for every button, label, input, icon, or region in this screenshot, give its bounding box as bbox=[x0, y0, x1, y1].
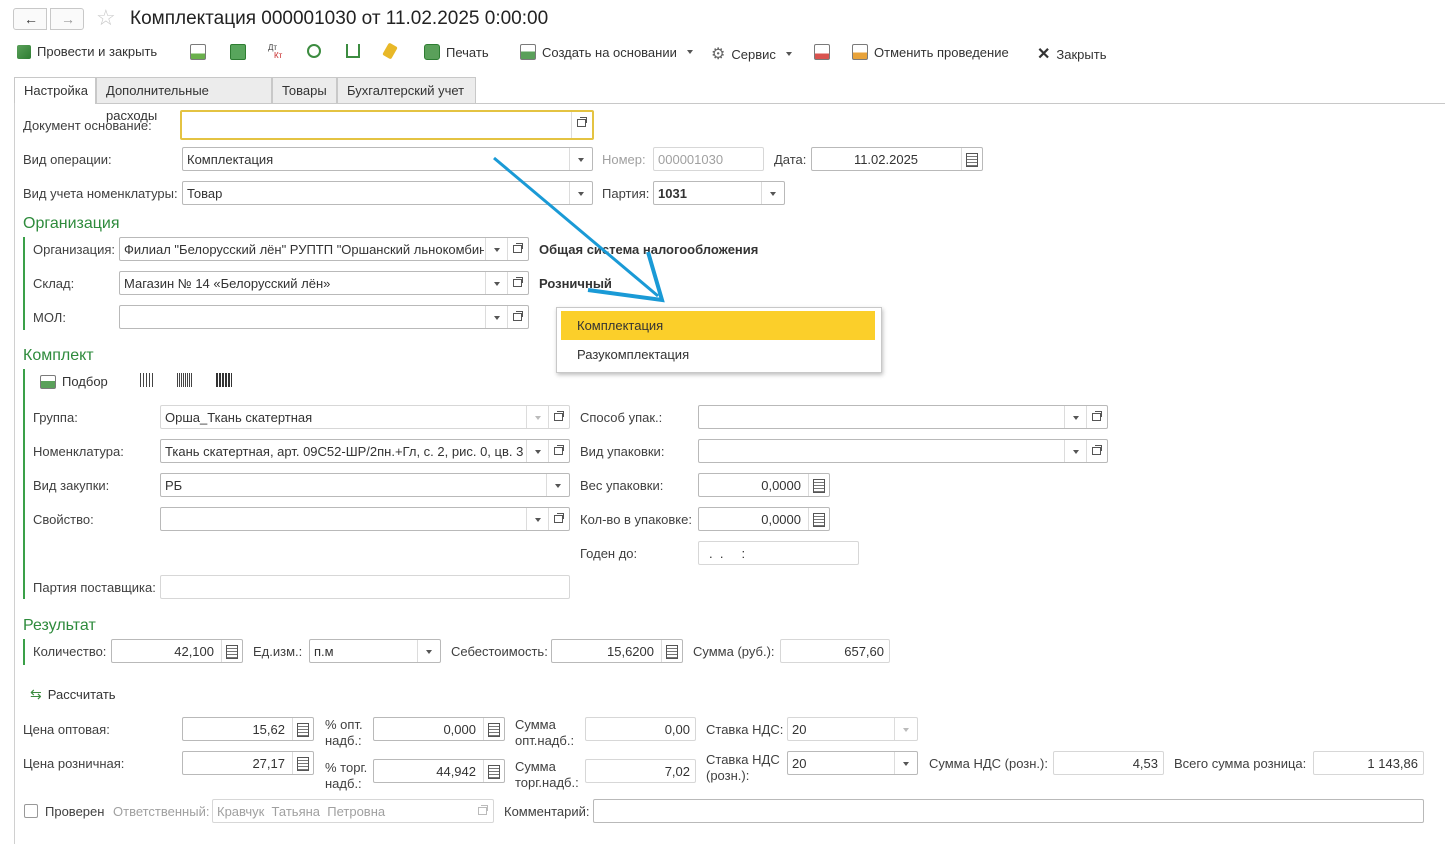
property-select[interactable] bbox=[160, 507, 570, 531]
calculator-icon[interactable] bbox=[483, 760, 504, 782]
comment-field[interactable] bbox=[593, 799, 1424, 823]
pack-weight-label: Вес упаковки: bbox=[580, 478, 664, 493]
pack-weight-field[interactable]: 0,0000 bbox=[698, 473, 830, 497]
retail-total-field[interactable]: 1 143,86 bbox=[1313, 751, 1424, 775]
property-label: Свойство: bbox=[33, 512, 94, 527]
retail-markup-sum-field[interactable]: 7,02 bbox=[585, 759, 696, 783]
wholesale-markup-sum-field[interactable]: 0,00 bbox=[585, 717, 696, 741]
retail-price-field[interactable]: 27,17 bbox=[182, 751, 314, 775]
wholesale-price-label: Цена оптовая: bbox=[23, 722, 110, 737]
pick-icon bbox=[40, 374, 56, 389]
supplier-batch-field[interactable] bbox=[160, 575, 570, 599]
arrow-shaft bbox=[493, 156, 659, 298]
calculator-icon[interactable] bbox=[808, 508, 829, 530]
responsible-label: Ответственный: bbox=[113, 804, 210, 819]
retail-vat-rate-select[interactable]: 20 bbox=[787, 751, 918, 775]
checked-label: Проверен bbox=[45, 804, 105, 819]
vat-rate-label: Ставка НДС: bbox=[706, 722, 784, 737]
sum-field[interactable]: 657,60 bbox=[780, 639, 890, 663]
sum-label: Сумма (руб.): bbox=[693, 644, 775, 659]
kit-section-title: Комплект bbox=[23, 347, 94, 364]
pack-method-label: Способ упак.: bbox=[580, 410, 663, 425]
retail-vat-rate-label-2: (розн.): bbox=[706, 768, 750, 783]
kit-section-bar bbox=[23, 369, 25, 599]
valid-until-field[interactable]: . . : bbox=[698, 541, 859, 565]
purchase-type-label: Вид закупки: bbox=[33, 478, 110, 493]
comment-label: Комментарий: bbox=[504, 804, 590, 819]
qty-label: Количество: bbox=[33, 644, 107, 659]
result-section-title: Результат bbox=[23, 617, 96, 634]
pack-type-select[interactable] bbox=[698, 439, 1108, 463]
retail-total-label: Всего сумма розница: bbox=[1174, 756, 1307, 771]
pack-type-label: Вид упаковки: bbox=[580, 444, 665, 459]
retail-vat-sum-label: Сумма НДС (розн.): bbox=[929, 756, 1048, 771]
qty-in-pack-field[interactable]: 0,0000 bbox=[698, 507, 830, 531]
chevron-down-icon[interactable] bbox=[894, 752, 917, 774]
result-section-bar bbox=[23, 639, 25, 665]
wholesale-markup-sum-label-2: опт.надб.: bbox=[515, 733, 575, 748]
qty-in-pack-label: Кол-во в упаковке: bbox=[580, 512, 692, 527]
barcode-search-icon[interactable] bbox=[140, 373, 154, 387]
retail-markup-sum-label-1: Сумма bbox=[515, 759, 556, 774]
purchase-type-select[interactable]: РБ bbox=[160, 473, 570, 497]
cost-label: Себестоимость: bbox=[451, 644, 548, 659]
retail-markup-sum-label-2: торг.надб.: bbox=[515, 775, 579, 790]
chevron-down-icon[interactable] bbox=[1064, 406, 1087, 428]
retail-vat-rate-label-1: Ставка НДС bbox=[706, 752, 780, 767]
retail-markup-label-2: надб.: bbox=[325, 776, 362, 791]
cost-field[interactable]: 15,6200 bbox=[551, 639, 683, 663]
calculator-icon[interactable] bbox=[221, 640, 242, 662]
unit-select[interactable]: п.м bbox=[309, 639, 441, 663]
open-icon[interactable] bbox=[473, 800, 493, 822]
retail-price-label: Цена розничная: bbox=[23, 756, 125, 771]
chevron-down-icon[interactable] bbox=[526, 406, 549, 428]
chevron-down-icon[interactable] bbox=[546, 474, 569, 496]
recalc-icon: ⇆ bbox=[30, 686, 42, 702]
chevron-down-icon[interactable] bbox=[526, 440, 549, 462]
nomenclature-label: Номенклатура: bbox=[33, 444, 124, 459]
calculator-icon[interactable] bbox=[808, 474, 829, 496]
retail-markup-label-1: % торг. bbox=[325, 760, 368, 775]
calculator-icon[interactable] bbox=[292, 752, 313, 774]
chevron-down-icon[interactable] bbox=[1064, 440, 1087, 462]
calculator-icon[interactable] bbox=[292, 718, 313, 740]
responsible-field[interactable]: Кравчук Татьяна Петровна bbox=[212, 799, 494, 823]
wholesale-markup-label-2: надб.: bbox=[325, 733, 362, 748]
plu-icon[interactable] bbox=[177, 373, 193, 387]
open-icon[interactable] bbox=[548, 406, 569, 428]
unit-label: Ед.изм.: bbox=[253, 644, 303, 659]
pick-button[interactable]: Подбор bbox=[40, 374, 108, 389]
calculator-icon[interactable] bbox=[661, 640, 682, 662]
recalc-button[interactable]: ⇆ Рассчитать bbox=[30, 686, 116, 703]
open-icon[interactable] bbox=[548, 440, 569, 462]
open-icon[interactable] bbox=[1086, 406, 1107, 428]
qty-field[interactable]: 42,100 bbox=[111, 639, 243, 663]
wholesale-price-field[interactable]: 15,62 bbox=[182, 717, 314, 741]
chevron-down-icon[interactable] bbox=[894, 718, 917, 740]
barcode-icon[interactable] bbox=[216, 373, 232, 387]
wholesale-markup-field[interactable]: 0,000 bbox=[373, 717, 505, 741]
supplier-batch-label: Партия поставщика: bbox=[33, 580, 156, 595]
wholesale-markup-sum-label-1: Сумма bbox=[515, 717, 556, 732]
retail-markup-field[interactable]: 44,942 bbox=[373, 759, 505, 783]
calculator-icon[interactable] bbox=[483, 718, 504, 740]
valid-until-label: Годен до: bbox=[580, 546, 638, 561]
retail-vat-sum-field[interactable]: 4,53 bbox=[1053, 751, 1164, 775]
vat-rate-select[interactable]: 20 bbox=[787, 717, 918, 741]
pack-method-select[interactable] bbox=[698, 405, 1108, 429]
checked-checkbox[interactable] bbox=[24, 804, 38, 818]
chevron-down-icon[interactable] bbox=[526, 508, 549, 530]
group-label: Группа: bbox=[33, 410, 78, 425]
wholesale-markup-label-1: % опт. bbox=[325, 717, 363, 732]
nomenclature-select[interactable]: Ткань скатертная, арт. 09С52-ШР/2пн.+Гл,… bbox=[160, 439, 570, 463]
chevron-down-icon[interactable] bbox=[417, 640, 440, 662]
arrow-head bbox=[587, 251, 665, 303]
open-icon[interactable] bbox=[548, 508, 569, 530]
group-select[interactable]: Орша_Ткань скатертная bbox=[160, 405, 570, 429]
open-icon[interactable] bbox=[1086, 440, 1107, 462]
